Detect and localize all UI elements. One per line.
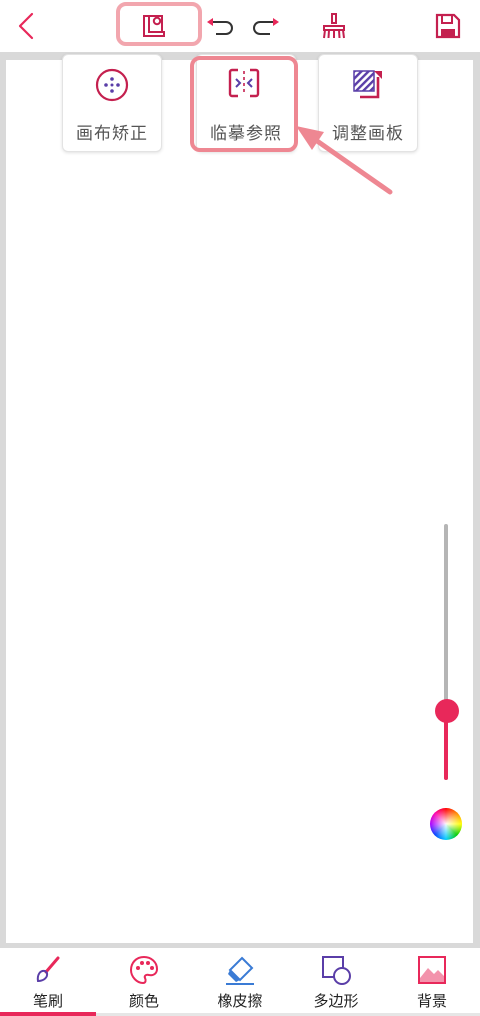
popup-item-canvas-correct[interactable]: 画布矫正 <box>62 54 162 152</box>
redo-icon <box>253 18 279 35</box>
nav-label: 背景 <box>416 992 447 1010</box>
nav-active-indicator <box>0 1012 96 1016</box>
top-toolbar <box>0 0 480 52</box>
redo-button[interactable] <box>250 12 282 42</box>
palette-icon <box>129 955 159 985</box>
pointer-arrow-icon <box>296 126 393 195</box>
nav-polygon[interactable]: 多边形 <box>288 948 384 1016</box>
canvas-correct-icon <box>95 68 129 102</box>
layers-highlight-frame <box>116 2 202 46</box>
nav-label: 颜色 <box>128 992 159 1010</box>
bottom-nav: 笔刷 颜色 橡皮擦 多边形 背景 <box>0 948 480 1016</box>
nav-label: 笔刷 <box>32 992 63 1010</box>
undo-button[interactable] <box>204 12 236 42</box>
nav-brush[interactable]: 笔刷 <box>0 948 96 1016</box>
trace-reference-highlight-frame <box>190 56 298 152</box>
nav-color[interactable]: 颜色 <box>96 948 192 1016</box>
nav-label: 多边形 <box>313 992 359 1010</box>
nav-label: 橡皮擦 <box>217 992 263 1010</box>
clear-canvas-button[interactable] <box>318 10 350 42</box>
nav-background[interactable]: 背景 <box>384 948 480 1016</box>
eraser-icon <box>226 956 254 985</box>
back-icon <box>18 12 34 40</box>
save-button[interactable] <box>432 10 464 42</box>
adjust-board-icon <box>353 70 382 99</box>
brush-size-slider-knob[interactable] <box>435 698 459 723</box>
polygon-icon <box>322 956 351 985</box>
brush-icon <box>36 956 60 983</box>
back-button[interactable] <box>10 8 42 44</box>
popup-item-label: 画布矫正 <box>76 124 148 144</box>
undo-icon <box>207 18 233 35</box>
brush-clean-icon <box>323 13 345 39</box>
nav-eraser[interactable]: 橡皮擦 <box>192 948 288 1016</box>
drawing-canvas[interactable] <box>6 60 473 943</box>
save-icon <box>435 13 461 39</box>
background-image-icon <box>418 956 446 984</box>
color-wheel-button[interactable] <box>430 808 462 840</box>
